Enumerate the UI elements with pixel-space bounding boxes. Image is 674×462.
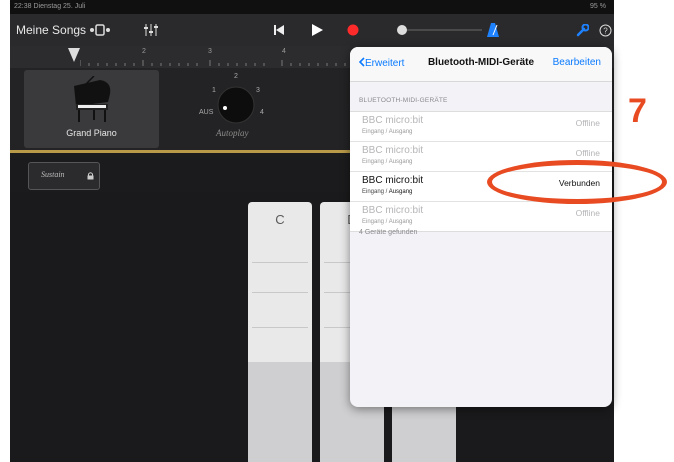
device-sub: Eingang / Ausgang [362, 129, 413, 135]
device-status: Offline [575, 208, 600, 218]
autoplay-label: Autoplay [216, 128, 249, 138]
instrument-name: Grand Piano [66, 128, 117, 138]
status-time: 22:38 Dienstag 25. Juli [14, 3, 86, 10]
device-row[interactable]: BBC micro:bit Eingang / Ausgang Offline [350, 202, 612, 231]
ruler-tick: 2 [142, 48, 146, 55]
status-battery: 95 % [590, 3, 606, 10]
sustain-label: Sustain [41, 170, 65, 179]
device-status: Offline [575, 148, 600, 158]
sustain-button[interactable]: Sustain [28, 162, 100, 190]
play-icon[interactable] [310, 22, 324, 38]
step-number: 7 [628, 92, 647, 130]
knob-label-3: 3 [256, 87, 260, 94]
ruler-tick: 4 [282, 48, 286, 55]
help-icon[interactable]: ? [598, 22, 612, 38]
chord-strip-label: C [275, 212, 285, 227]
device-sub-output: Ausgang [388, 189, 413, 195]
knob-label-2: 2 [234, 73, 238, 80]
autoplay-knob-group: 2 1 3 AUS 4 Autoplay [180, 72, 290, 152]
knob-label-off: AUS [199, 109, 214, 116]
device-name: BBC micro:bit [362, 175, 424, 186]
device-row[interactable]: BBC micro:bit Eingang / Ausgang Offline [350, 112, 612, 142]
device-sub: Eingang / Ausgang [362, 159, 413, 165]
device-sub: Eingang / Ausgang [362, 189, 412, 195]
volume-slider[interactable] [394, 22, 484, 38]
highlight-ring [487, 160, 667, 204]
status-bar: 22:38 Dienstag 25. Juli 95 % [10, 0, 614, 14]
knob-label-1: 1 [212, 87, 216, 94]
device-status: Offline [575, 118, 600, 128]
device-sub: Eingang / Ausgang [362, 219, 413, 225]
device-name: BBC micro:bit [362, 145, 424, 156]
knob-label-4: 4 [260, 109, 264, 116]
wrench-icon[interactable] [575, 22, 589, 38]
mixer-icon[interactable] [142, 22, 160, 38]
track-header-grand-piano[interactable]: Grand Piano [24, 70, 159, 148]
popover-header: Erweitert Bluetooth-MIDI-Geräte Bearbeit… [350, 47, 612, 82]
device-name: BBC micro:bit [362, 205, 424, 216]
ruler-tick: 3 [208, 48, 212, 55]
rewind-icon[interactable] [272, 22, 286, 38]
ruler-ticks [80, 60, 346, 66]
edit-button[interactable]: Bearbeiten [553, 57, 601, 68]
device-sub-input: Eingang / [362, 189, 389, 195]
toolbar: Meine Songs ? [10, 14, 614, 46]
view-toggle-icon[interactable] [88, 22, 112, 38]
playhead-icon[interactable] [68, 48, 80, 62]
bluetooth-midi-popover: Erweitert Bluetooth-MIDI-Geräte Bearbeit… [350, 47, 612, 407]
autoplay-knob[interactable] [217, 86, 255, 124]
lock-icon [87, 172, 94, 180]
section-header: BLUETOOTH-MIDI-GERÄTE [359, 97, 448, 104]
device-name: BBC micro:bit [362, 115, 424, 126]
devices-found-count: 4 Geräte gefunden [359, 229, 418, 236]
my-songs-button[interactable]: Meine Songs [16, 23, 86, 37]
chord-strip-c[interactable]: C [248, 202, 312, 462]
metronome-icon[interactable] [486, 22, 500, 38]
svg-text:?: ? [603, 26, 608, 35]
grand-piano-icon [74, 76, 111, 122]
record-icon[interactable] [346, 22, 360, 38]
